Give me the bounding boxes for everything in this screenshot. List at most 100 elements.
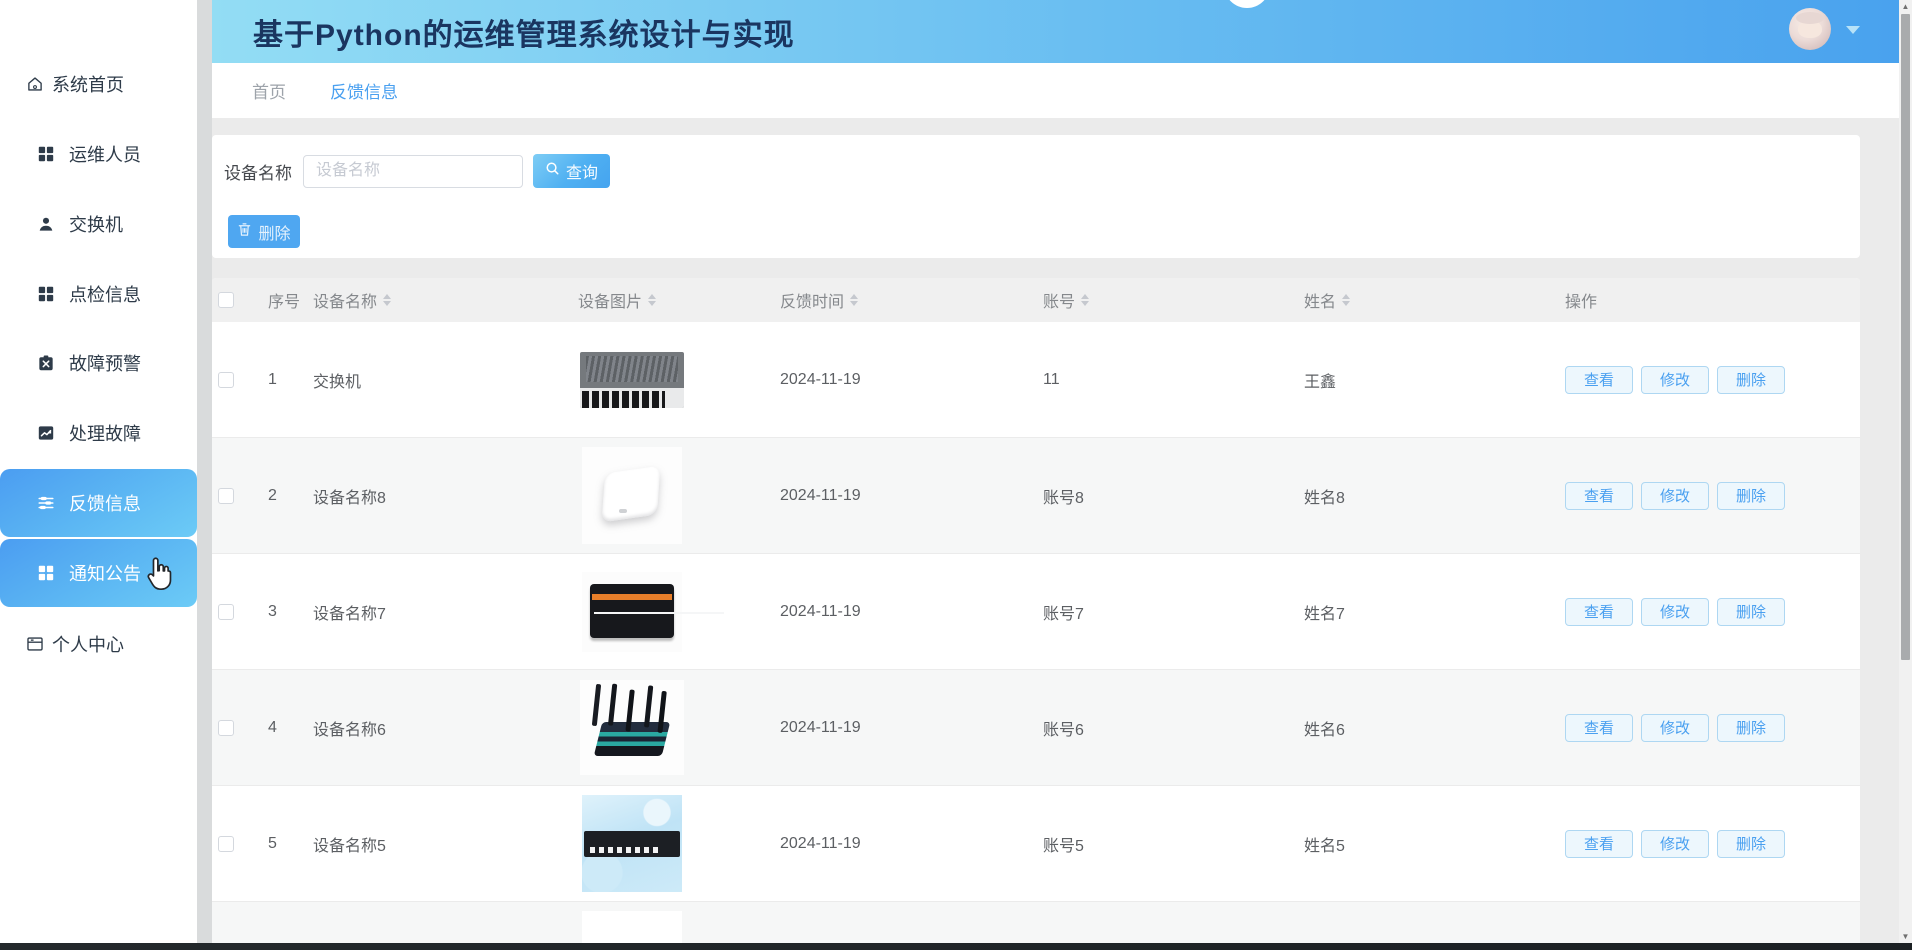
sidebar-item-7[interactable]: 反馈信息 [0, 469, 197, 537]
row-index: 5 [268, 834, 277, 852]
grid-icon [37, 564, 55, 582]
view-button[interactable]: 查看 [1565, 829, 1633, 858]
chart-icon [37, 424, 55, 442]
trash-icon [237, 222, 252, 242]
view-button[interactable]: 查看 [1565, 481, 1633, 510]
sort-icon[interactable] [1081, 294, 1090, 306]
column-header[interactable]: 设备名称 [313, 288, 578, 312]
sidebar-item-1[interactable]: 系统首页 [0, 50, 197, 118]
top-header: 基于Python的运维管理系统设计与实现 [212, 0, 1899, 63]
app-window: 系统首页 运维人员 交换机 点检信息 故障预警 处理故障 反馈信息 通知公告 个人中心 基于Py… [0, 0, 1912, 950]
blue-rack-image [580, 794, 684, 894]
scrollbar[interactable]: ▲ ▼ [1899, 0, 1912, 943]
row-checkbox[interactable] [218, 487, 234, 504]
sidebar-item-8[interactable]: 通知公告 [0, 539, 197, 607]
grid-icon [37, 145, 55, 163]
edit-button[interactable]: 修改 [1641, 481, 1709, 510]
device-name-cell: 设备名称8 [313, 489, 386, 507]
row-actions: 查看 修改 删除 [1565, 481, 1860, 510]
table-row: 5 设备名称5 2024-11-19 账号5 姓名5 查看 修改 删除 [212, 786, 1860, 902]
home-icon [26, 75, 44, 93]
sidebar-item-3[interactable]: 交换机 [0, 190, 197, 258]
column-header[interactable]: 设备图片 [578, 288, 780, 312]
row-actions: 查看 修改 删除 [1565, 829, 1860, 858]
scroll-down-icon[interactable]: ▼ [1899, 930, 1912, 943]
breadcrumb-current[interactable]: 反馈信息 [330, 78, 398, 103]
table-row: 4 设备名称6 2024-11-19 账号6 姓名6 查看 修改 删除 [212, 670, 1860, 786]
sort-icon[interactable] [383, 294, 392, 306]
feedback-time-cell: 2024-11-19 [780, 834, 861, 852]
row-checkbox[interactable] [218, 371, 234, 388]
sidebar-item-6[interactable]: 处理故障 [0, 399, 197, 467]
delete-button[interactable]: 删除 [1717, 829, 1785, 858]
sort-icon[interactable] [648, 294, 657, 306]
sidebar-item-label: 个人中心 [52, 635, 124, 655]
device-name-cell: 设备名称5 [313, 837, 386, 855]
row-checkbox[interactable] [218, 835, 234, 852]
device-name-cell: 设备名称7 [313, 605, 386, 623]
sidebar-item-label: 通知公告 [69, 564, 141, 584]
bulk-delete-button[interactable]: 删除 [228, 215, 300, 248]
person-name-cell: 姓名6 [1304, 721, 1345, 739]
sliders-icon [37, 494, 55, 512]
scroll-up-icon[interactable]: ▲ [1899, 0, 1912, 13]
view-button[interactable]: 查看 [1565, 365, 1633, 394]
search-panel: 设备名称 查询 删除 [212, 135, 1860, 258]
sidebar-item-4[interactable]: 点检信息 [0, 260, 197, 328]
sidebar-item-label: 处理故障 [69, 424, 141, 444]
white-ap-image [580, 446, 684, 546]
query-button[interactable]: 查询 [533, 154, 610, 188]
delete-button[interactable]: 删除 [1717, 481, 1785, 510]
scrollbar-thumb[interactable] [1901, 14, 1910, 660]
table-row: 1 交换机 2024-11-19 11 王鑫 查看 修改 删除 [212, 322, 1860, 438]
table-header-row: 序号 设备名称 设备图片 反馈时间 账号 姓名 操作 [212, 278, 1860, 322]
row-actions: 查看 修改 删除 [1565, 713, 1860, 742]
row-index: 2 [268, 486, 277, 504]
row-index: 3 [268, 602, 277, 620]
view-button[interactable]: 查看 [1565, 713, 1633, 742]
person-name-cell: 姓名5 [1304, 837, 1345, 855]
row-index: 4 [268, 718, 277, 736]
column-header[interactable]: 姓名 [1304, 288, 1565, 312]
person-name-cell: 姓名7 [1304, 605, 1345, 623]
view-button[interactable]: 查看 [1565, 597, 1633, 626]
user-icon [37, 215, 55, 233]
avatar[interactable] [1789, 8, 1831, 50]
row-actions: 查看 修改 删除 [1565, 597, 1860, 626]
delete-button[interactable]: 删除 [1717, 365, 1785, 394]
sidebar-item-9[interactable]: 个人中心 [0, 610, 197, 678]
account-cell: 账号6 [1043, 721, 1084, 739]
edit-button[interactable]: 修改 [1641, 597, 1709, 626]
edit-button[interactable]: 修改 [1641, 829, 1709, 858]
row-checkbox[interactable] [218, 719, 234, 736]
sidebar-item-5[interactable]: 故障预警 [0, 329, 197, 397]
column-header[interactable]: 账号 [1043, 288, 1304, 312]
row-checkbox[interactable] [218, 603, 234, 620]
device-name-cell: 设备名称6 [313, 721, 386, 739]
column-header[interactable]: 反馈时间 [780, 288, 1043, 312]
sidebar-gutter [197, 0, 212, 943]
breadcrumb-home[interactable]: 首页 [252, 78, 286, 103]
feedback-time-cell: 2024-11-19 [780, 486, 861, 504]
taskbar-edge [0, 943, 1912, 950]
select-all-checkbox[interactable] [218, 292, 234, 308]
delete-button[interactable]: 删除 [1717, 713, 1785, 742]
edit-button[interactable]: 修改 [1641, 365, 1709, 394]
sidebar-item-label: 运维人员 [69, 145, 141, 165]
sort-icon[interactable] [850, 294, 859, 306]
search-icon [545, 161, 560, 181]
delete-button[interactable]: 删除 [1717, 597, 1785, 626]
person-name-cell: 王鑫 [1304, 373, 1337, 391]
column-header: 序号 [268, 294, 301, 311]
search-input[interactable] [303, 154, 523, 188]
feedback-time-cell: 2024-11-19 [780, 602, 861, 620]
sidebar-item-2[interactable]: 运维人员 [0, 120, 197, 188]
alert-icon [37, 354, 55, 372]
sort-icon[interactable] [1342, 294, 1351, 306]
grid-icon [37, 285, 55, 303]
person-name-cell: 姓名8 [1304, 489, 1345, 507]
chevron-down-icon[interactable] [1846, 26, 1860, 34]
orange-router-image [580, 562, 684, 662]
sidebar-item-label: 系统首页 [52, 75, 124, 95]
edit-button[interactable]: 修改 [1641, 713, 1709, 742]
